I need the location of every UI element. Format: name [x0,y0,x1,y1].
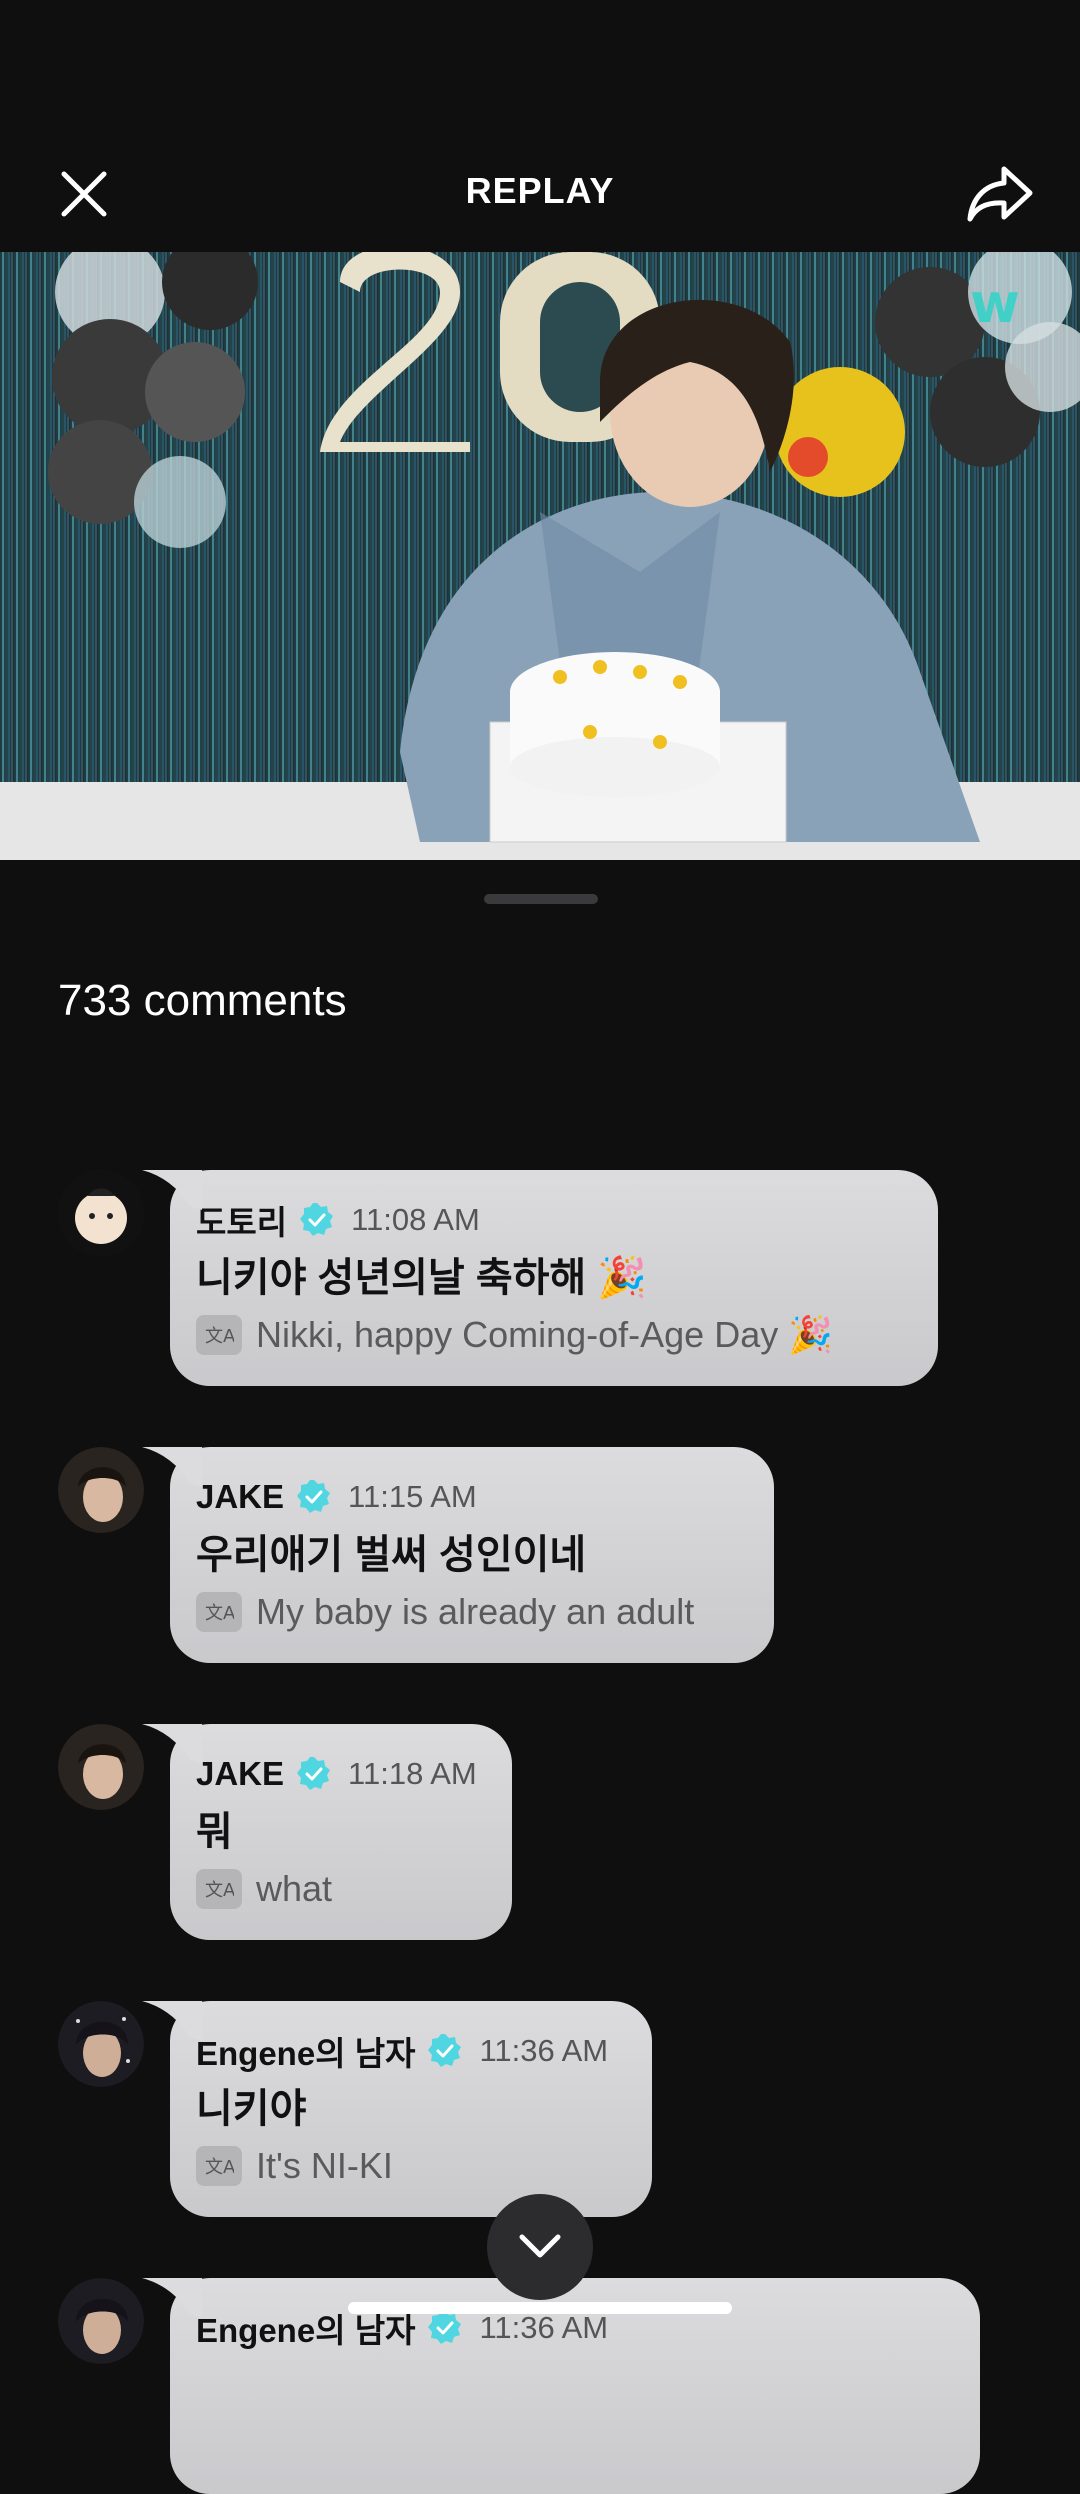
page-title: REPLAY [465,170,615,211]
comment-time: 11:18 AM [348,1756,477,1791]
home-indicator[interactable] [348,2302,732,2314]
comment-author[interactable]: 도토리 [196,1196,287,1244]
comment-author[interactable]: JAKE [196,1755,284,1793]
comment-translation: It's NI-KI [256,2145,393,2186]
comment-time: 11:15 AM [348,1479,477,1514]
bubble-tail [142,1447,202,1487]
svg-text:文A: 文A [205,1603,234,1624]
comment-translation: My baby is already an adult [256,1591,695,1632]
comment-message: 뭐 [196,1810,233,1854]
avatar[interactable] [58,1170,144,1256]
comment-bubble[interactable]: JAKE 11:15 AM 우리애기 벌써 성인이네 文A My baby is… [142,1447,774,1663]
comment-bubble[interactable]: 도토리 11:08 AM 니키야 성년의날 축하해 🎉 文A Nikki, ha… [142,1170,938,1386]
translate-icon[interactable]: 文A [196,1592,242,1632]
comment-bubble[interactable]: JAKE 11:18 AM 뭐 文A what [142,1724,512,1940]
avatar[interactable] [58,2001,144,2087]
comment-translation: Nikki, happy Coming-of-Age Day 🎉 [256,1314,834,1355]
translate-icon[interactable]: 文A [196,2146,242,2186]
comments-count: 733 comments [58,976,347,1025]
bubble-tail [142,2278,202,2318]
avatar[interactable] [58,2278,144,2364]
comment-time: 11:08 AM [351,1202,480,1237]
svg-text:文A: 文A [205,2157,234,2178]
svg-text:文A: 文A [205,1880,234,1901]
avatar[interactable] [58,1724,144,1810]
chevron-down-icon [519,2234,561,2258]
comment-author[interactable]: Engene의 남자 [196,2027,415,2075]
comment-message: 니키야 성년의날 축하해 🎉 [196,1256,648,1300]
translate-icon[interactable]: 文A [196,1869,242,1909]
bubble-tail [142,1724,202,1764]
video-frame: w [0,252,1080,860]
sheet-drag-handle[interactable] [484,894,598,904]
share-button[interactable] [960,158,1040,230]
bubble-tail [142,2001,202,2041]
comment-message: 우리애기 벌써 성인이네 [196,1533,587,1577]
top-bar: REPLAY [0,140,1080,240]
comment-translation: what [256,1868,333,1909]
video-player[interactable]: w [0,252,1080,860]
verified-badge-icon [428,2034,462,2067]
comment-time: 11:36 AM [479,2310,609,2345]
bubble-tail [142,1170,202,1210]
comment-author[interactable]: JAKE [196,1478,284,1516]
comment-time: 11:36 AM [479,2033,609,2068]
verified-badge-icon [297,1757,331,1790]
verified-badge-icon [300,1203,334,1236]
share-icon [967,166,1033,222]
comment-message: 니키야 [196,2087,307,2131]
svg-text:文A: 文A [205,1326,234,1347]
comment-bubble[interactable]: Engene의 남자 11:36 AM 니키야 文A It's NI-KI [142,2001,652,2217]
translate-icon[interactable]: 文A [196,1315,242,1355]
verified-badge-icon [297,1480,331,1513]
svg-text:w: w [970,272,1020,335]
scroll-to-latest-button[interactable] [487,2194,593,2300]
verified-badge-icon [428,2311,462,2344]
avatar[interactable] [58,1447,144,1533]
